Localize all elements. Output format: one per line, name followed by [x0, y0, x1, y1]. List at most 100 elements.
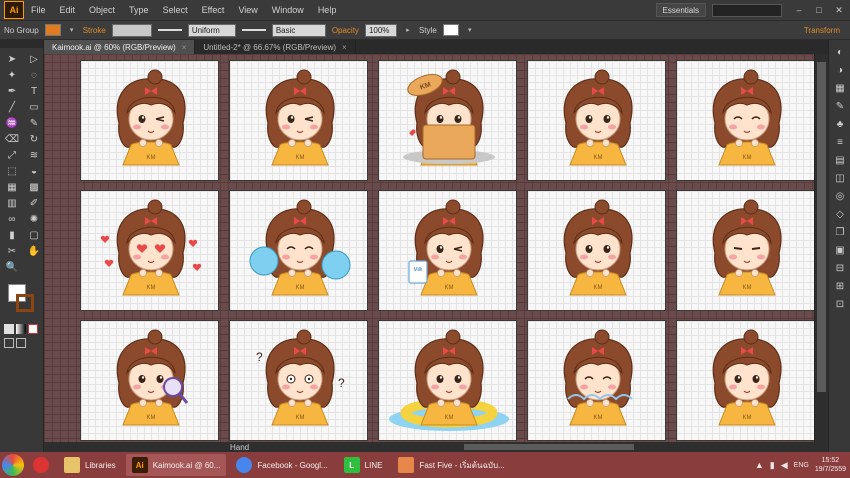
blend-icon[interactable]: ∞	[2, 212, 22, 226]
transform-link[interactable]: Transform	[804, 26, 840, 35]
gradient-mode-icon[interactable]	[16, 324, 26, 334]
sticker-milk[interactable]: KM Milk	[378, 190, 517, 311]
width-icon[interactable]: ≋	[24, 148, 44, 162]
artboards-icon[interactable]: ▣	[833, 244, 847, 256]
minimize-button[interactable]: –	[790, 3, 808, 17]
shape-builder-icon[interactable]: ◒	[24, 164, 44, 178]
menu-window[interactable]: Window	[265, 5, 311, 15]
free-transform-icon[interactable]: ⬚	[2, 164, 22, 178]
menu-object[interactable]: Object	[82, 5, 122, 15]
stroke-weight-field[interactable]	[111, 23, 152, 37]
menu-edit[interactable]: Edit	[53, 5, 83, 15]
draw-normal-icon[interactable]	[4, 338, 14, 348]
sticker-sleepy[interactable]: KM	[527, 320, 666, 441]
menu-effect[interactable]: Effect	[195, 5, 232, 15]
paintbrush-icon[interactable]: ♒	[2, 116, 22, 130]
gradient-icon[interactable]: ▥	[2, 196, 22, 210]
tab-kaimook[interactable]: Kaimook.ai @ 60% (RGB/Preview) ×	[44, 40, 196, 54]
current-tool-status[interactable]: Hand	[230, 443, 249, 452]
opacity-dropdown[interactable]: ▸	[403, 24, 413, 37]
layers-icon[interactable]: ❐	[833, 226, 847, 238]
horizontal-scroll-thumb[interactable]	[464, 444, 634, 450]
color-icon[interactable]: ◐	[833, 46, 847, 58]
pencil-icon[interactable]: ✎	[24, 116, 44, 130]
eyedropper-icon[interactable]: ✐	[24, 196, 44, 210]
sticker-annoyed[interactable]: KM	[676, 190, 815, 311]
direct-selection-icon[interactable]: ▷	[24, 52, 44, 66]
fill-swatch[interactable]	[44, 24, 61, 36]
none-mode-icon[interactable]	[28, 324, 38, 334]
menu-view[interactable]: View	[231, 5, 264, 15]
tab-untitled-2[interactable]: Untitled-2* @ 66.67% (RGB/Preview) ×	[195, 40, 356, 54]
graph-icon[interactable]: ▮	[2, 228, 22, 242]
vertical-scroll-thumb[interactable]	[817, 62, 826, 392]
color-guide-icon[interactable]: ◑	[833, 64, 847, 76]
pinned-app[interactable]	[28, 454, 54, 476]
clock[interactable]: 15:52 19/7/2559	[815, 456, 846, 474]
taskbar-item[interactable]: L LINE	[338, 454, 389, 476]
line-icon[interactable]: ╱	[2, 100, 22, 114]
symbols-icon[interactable]: ♣	[833, 118, 847, 130]
selection-icon[interactable]: ➤	[2, 52, 22, 66]
sticker-hands-together[interactable]: KM	[527, 60, 666, 181]
brush-definition[interactable]: Basic	[271, 23, 326, 37]
stroke-color-box[interactable]	[16, 294, 34, 312]
pathfinder-icon[interactable]: ⊞	[833, 280, 847, 292]
sticker-shy-drink[interactable]: KM	[527, 190, 666, 311]
pen-icon[interactable]: ✒	[2, 84, 22, 98]
opacity-field[interactable]: 100%	[364, 23, 397, 37]
transparency-icon[interactable]: ◫	[833, 172, 847, 184]
mesh-icon[interactable]: ▩	[24, 180, 44, 194]
close-icon[interactable]: ×	[342, 43, 347, 52]
opacity-label[interactable]: Opacity	[332, 26, 359, 35]
sticker-blush[interactable]: KM	[676, 320, 815, 441]
scale-icon[interactable]: ⤢	[2, 148, 22, 162]
language-indicator[interactable]: ENG	[794, 462, 809, 469]
hand-icon[interactable]: ✋	[24, 244, 44, 258]
sticker-heart-eyes[interactable]: KM	[80, 190, 219, 311]
close-icon[interactable]: ×	[182, 43, 187, 52]
sticker-v-sign-wink[interactable]: KM	[229, 60, 368, 181]
vertical-scrollbar[interactable]	[814, 54, 828, 442]
stroke-icon[interactable]: ≡	[833, 136, 847, 148]
color-mode-icon[interactable]	[4, 324, 14, 334]
graphic-styles-icon[interactable]: ◇	[833, 208, 847, 220]
network-icon[interactable]: ▮	[770, 460, 775, 471]
sticker-confused[interactable]: KM??	[229, 320, 368, 441]
brushes-icon[interactable]: ✎	[833, 100, 847, 112]
tray-arrow-icon[interactable]: ▲	[755, 460, 764, 470]
type-icon[interactable]: T	[24, 84, 44, 98]
taskbar-item[interactable]: Ai Kaimook.ai @ 60...	[125, 454, 227, 476]
sticker-magnifier[interactable]: KM	[80, 320, 219, 441]
style-dropdown[interactable]: ▾	[465, 24, 475, 37]
appearance-icon[interactable]: ◎	[833, 190, 847, 202]
magic-wand-icon[interactable]: ✦	[2, 68, 22, 82]
symbol-sprayer-icon[interactable]: ✺	[24, 212, 44, 226]
workspace-switcher[interactable]: Essentials	[655, 3, 706, 17]
transform-icon[interactable]: ⊡	[833, 298, 847, 310]
variable-width-profile[interactable]: Uniform	[187, 23, 236, 37]
volume-icon[interactable]: ◀	[781, 460, 788, 471]
perspective-icon[interactable]: ▦	[2, 180, 22, 194]
maximize-button[interactable]: □	[810, 3, 828, 17]
sticker-cheerleader[interactable]: KM	[229, 190, 368, 311]
artboard-icon[interactable]: ▢	[24, 228, 44, 242]
slice-icon[interactable]: ✂	[2, 244, 22, 258]
graphic-style-swatch[interactable]	[442, 24, 459, 36]
taskbar-item[interactable]: Libraries	[58, 454, 122, 476]
menu-file[interactable]: File	[24, 5, 53, 15]
gradient-icon[interactable]: ▤	[833, 154, 847, 166]
rotate-icon[interactable]: ↻	[24, 132, 44, 146]
sticker-in-box-surprise[interactable]: KMKM	[378, 60, 517, 181]
menu-select[interactable]: Select	[156, 5, 195, 15]
taskbar-item[interactable]: Facebook - Googl...	[230, 454, 333, 476]
stroke-label[interactable]: Stroke	[83, 26, 106, 35]
close-button[interactable]: ✕	[830, 3, 848, 17]
fill-dropdown[interactable]: ▾	[67, 24, 77, 37]
lasso-icon[interactable]: ◌	[24, 68, 44, 82]
search-input[interactable]	[712, 3, 782, 17]
swatches-icon[interactable]: ▦	[833, 82, 847, 94]
sticker-wink-thumbsup[interactable]: KM	[80, 60, 219, 181]
sticker-laughing[interactable]: KM	[676, 60, 815, 181]
menu-help[interactable]: Help	[311, 5, 344, 15]
